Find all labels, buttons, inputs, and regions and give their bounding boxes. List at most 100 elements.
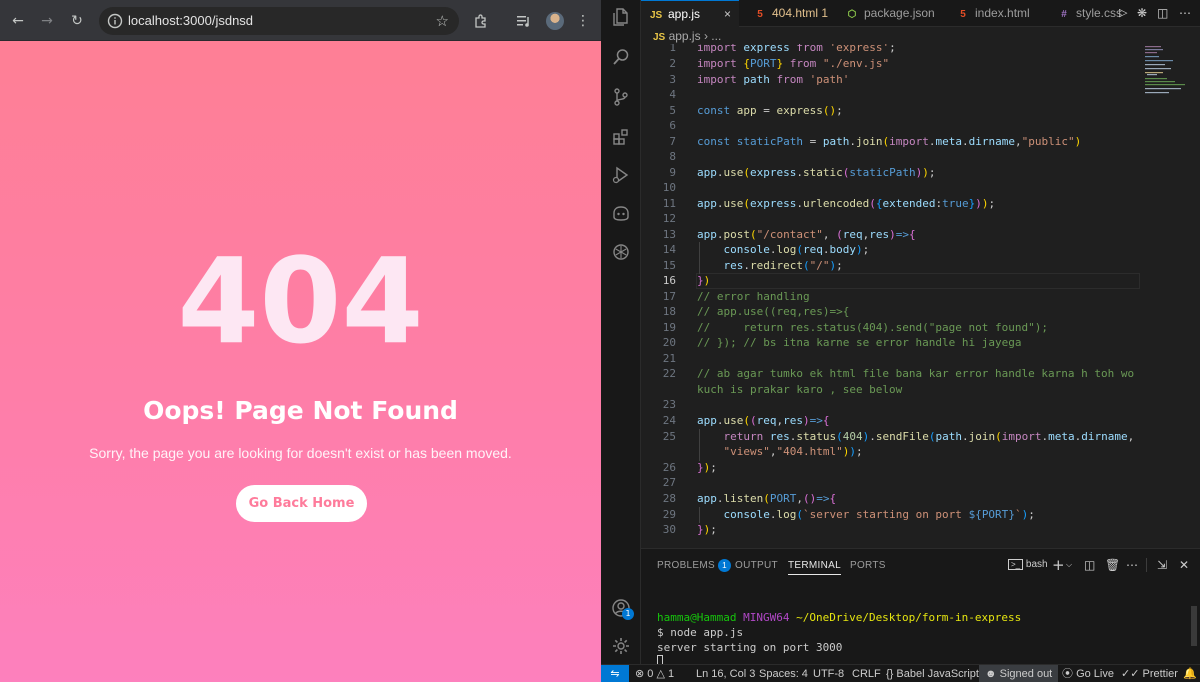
- chatgpt-sidebar-icon[interactable]: ❋: [1137, 0, 1153, 27]
- account-icon: ☻: [985, 668, 997, 680]
- tab-index-html[interactable]: 5 index.html: [948, 0, 1048, 27]
- code-line: import path from 'path': [697, 73, 850, 86]
- reload-icon[interactable]: ↻: [66, 10, 88, 32]
- signed-out-status[interactable]: ☻ Signed out: [979, 665, 1059, 682]
- remote-icon[interactable]: ⇋: [601, 665, 629, 682]
- code-line: kuch is prakar karo , see below: [697, 383, 903, 396]
- line-number-label: 27: [662, 476, 676, 489]
- address-bar[interactable]: localhost:3000/jsdnsd ☆: [99, 7, 459, 35]
- line-number-label: 10: [662, 181, 676, 194]
- more-menu-icon[interactable]: ⋮: [572, 10, 594, 32]
- line-number-label: 23: [662, 398, 676, 411]
- tab-package-json[interactable]: ⬡ package.json: [837, 0, 947, 27]
- url-text[interactable]: localhost:3000/jsdnsd: [128, 13, 253, 29]
- explorer-icon[interactable]: [611, 7, 631, 27]
- split-terminal-icon[interactable]: ◫: [1084, 556, 1095, 574]
- tab-app-js[interactable]: JS app.js ×: [641, 0, 739, 27]
- code-line: // }); // bs itna karne se error handle …: [697, 336, 1022, 349]
- tab-problems[interactable]: PROBLEMS 1: [657, 559, 731, 573]
- problems-status[interactable]: ⊗ 0 △ 1: [635, 665, 674, 682]
- code-line: }): [697, 274, 711, 287]
- terminal-prompt-line: hamma@Hammad MINGW64 ~/OneDrive/Desktop/…: [657, 611, 1022, 624]
- problems-badge: 1: [717, 559, 731, 572]
- forward-arrow-icon[interactable]: →: [36, 10, 58, 32]
- maximize-panel-icon[interactable]: ⇲: [1157, 556, 1167, 574]
- terminal-scrollbar[interactable]: [1191, 606, 1197, 646]
- search-icon[interactable]: [611, 47, 631, 67]
- terminal-shell-selector[interactable]: >_ bash: [1008, 556, 1048, 574]
- encoding[interactable]: UTF-8: [813, 665, 844, 682]
- more-actions-icon[interactable]: ⋯: [1179, 0, 1195, 27]
- divider: [1146, 558, 1147, 572]
- code-line: app.use(express.static(staticPath));: [697, 166, 936, 179]
- code-line: app.post("/contact", (req,res)=>{: [697, 228, 916, 241]
- bookmark-star-icon[interactable]: ☆: [436, 11, 449, 31]
- js-icon: JS: [653, 32, 666, 43]
- code-line: "views","404.html"));: [723, 445, 863, 458]
- settings-gear-icon[interactable]: [611, 636, 631, 656]
- new-terminal-plus-icon[interactable]: +: [1052, 556, 1065, 574]
- code-line: console.log(`server starting on port ${P…: [723, 508, 1035, 521]
- chevron-down-icon[interactable]: ⌵: [1066, 556, 1072, 574]
- error-message: Sorry, the page you are looking for does…: [89, 445, 512, 461]
- code-editor[interactable]: 1 2 3 4 5 6 7 8 9 10 11 12 13 14 15 16 17 18 19 20 21 22 23 24 2…: [641, 44, 1200, 548]
- profile-avatar[interactable]: [546, 12, 564, 30]
- indentation[interactable]: Spaces: 4: [759, 665, 808, 682]
- chatgpt-icon[interactable]: [611, 242, 631, 262]
- end-of-line[interactable]: CRLF: [852, 665, 881, 682]
- braces-icon: {}: [886, 668, 894, 680]
- go-live-button[interactable]: ⦿ Go Live: [1062, 665, 1114, 682]
- language-mode[interactable]: {} Babel JavaScript: [886, 665, 979, 682]
- browser-window: ← → ↻ localhost:3000/jsdnsd ☆ ⋮ 404 Oops…: [0, 0, 601, 682]
- page-viewport: 404 Oops! Page Not Found Sorry, the page…: [0, 41, 601, 682]
- editor-tabs: JS app.js × 5 404.html 1 ⬡ package.json 5 in…: [641, 0, 1200, 27]
- code-line: });: [697, 461, 717, 474]
- line-number-label: 6: [669, 119, 676, 132]
- prettier-status[interactable]: ✓✓ Prettier: [1121, 665, 1178, 682]
- code-line: const staticPath = path.join(import.meta…: [697, 135, 1082, 148]
- warning-icon: △: [656, 668, 665, 680]
- code-line: // error handling: [697, 290, 810, 303]
- nodejs-icon: ⬡: [847, 9, 857, 20]
- bottom-panel: PROBLEMS 1 OUTPUT TERMINAL PORTS >_ bash …: [641, 548, 1200, 667]
- code-line: app.use(express.urlencoded({extended:tru…: [697, 197, 996, 210]
- tab-ports[interactable]: PORTS: [850, 559, 886, 573]
- code-line: return res.status(404).sendFile(path.joi…: [723, 430, 1135, 443]
- cursor-position[interactable]: Ln 16, Col 3: [696, 665, 755, 682]
- run-file-icon[interactable]: ▷: [1119, 0, 1135, 27]
- error-code: 404: [177, 232, 424, 370]
- error-heading: Oops! Page Not Found: [143, 396, 458, 425]
- html-icon: 5: [757, 9, 763, 20]
- broadcast-icon: ⦿: [1062, 668, 1073, 680]
- close-panel-icon[interactable]: ✕: [1179, 556, 1189, 574]
- run-debug-icon[interactable]: [611, 165, 631, 185]
- trash-icon[interactable]: 🗑: [1105, 556, 1120, 574]
- line-number: 4: [641, 87, 1141, 103]
- back-arrow-icon[interactable]: ←: [7, 10, 29, 32]
- status-bar: ⇋ ⊗ 0 △ 1 Ln 16, Col 3 Spaces: 4 UTF-8 C…: [601, 664, 1200, 682]
- html-icon: 5: [960, 9, 966, 20]
- terminal-command: $ node app.js: [657, 626, 744, 639]
- css-icon: #: [1061, 9, 1067, 20]
- copilot-icon[interactable]: [611, 203, 631, 223]
- extensions-icon[interactable]: [473, 13, 489, 29]
- terminal-icon: >_: [1008, 559, 1024, 570]
- extensions-view-icon[interactable]: [611, 127, 631, 147]
- split-editor-icon[interactable]: ◫: [1157, 0, 1173, 27]
- minimap[interactable]: [1145, 44, 1189, 94]
- media-controls-icon[interactable]: [516, 14, 532, 28]
- code-line: });: [697, 523, 717, 536]
- tab-terminal[interactable]: TERMINAL: [788, 559, 841, 575]
- notifications-bell-icon[interactable]: 🔔: [1183, 665, 1197, 682]
- tab-404-html[interactable]: 5 404.html 1: [740, 0, 836, 27]
- close-tab-icon[interactable]: ×: [724, 1, 731, 28]
- more-actions-icon[interactable]: ⋯: [1126, 556, 1138, 574]
- line-number-label: 8: [669, 150, 676, 163]
- code-line: app.listen(PORT,()=>{: [697, 492, 837, 505]
- source-control-icon[interactable]: [611, 87, 631, 107]
- site-info-icon[interactable]: [107, 13, 123, 29]
- code-line: import {PORT} from "./env.js": [697, 57, 890, 70]
- error-icon: ⊗: [635, 668, 645, 680]
- tab-output[interactable]: OUTPUT: [735, 559, 778, 573]
- go-back-home-button[interactable]: Go Back Home: [236, 485, 367, 522]
